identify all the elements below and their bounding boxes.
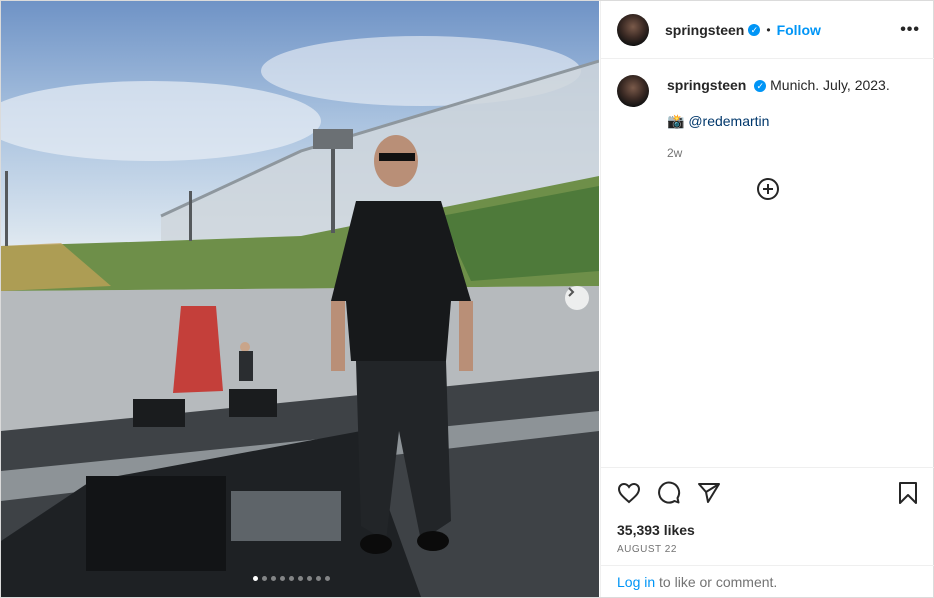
login-prompt: Log in to like or comment.	[601, 565, 934, 598]
more-options-icon[interactable]: •••	[900, 21, 920, 39]
post-date: AUGUST 22	[617, 544, 677, 555]
avatar[interactable]	[617, 75, 649, 107]
next-slide-button[interactable]	[565, 286, 589, 310]
login-prompt-text: to like or comment.	[655, 574, 778, 590]
heart-icon[interactable]	[617, 481, 641, 505]
carousel-dot	[289, 576, 294, 581]
send-icon[interactable]	[697, 481, 721, 505]
post-time[interactable]: 2w	[667, 143, 890, 163]
post-header: springsteen ✓ • Follow •••	[601, 1, 934, 59]
avatar[interactable]	[617, 13, 649, 46]
carousel-dot	[262, 576, 267, 581]
carousel-dot	[298, 576, 303, 581]
photo-credit: 📸 @redemartin	[667, 111, 890, 131]
caption-text: Munich. July, 2023.	[770, 77, 890, 93]
action-bar	[601, 468, 934, 518]
verified-badge-icon: ✓	[748, 23, 761, 36]
carousel-dot	[280, 576, 285, 581]
username-link[interactable]: springsteen	[665, 22, 744, 38]
carousel-dot	[271, 576, 276, 581]
likes-count[interactable]: 35,393 likes	[601, 522, 934, 538]
post-footer: 35,393 likes AUGUST 22 Log in to like or…	[601, 467, 934, 598]
camera-icon: 📸	[667, 113, 685, 129]
follow-button[interactable]: Follow	[777, 22, 821, 38]
bookmark-icon[interactable]	[896, 481, 920, 505]
separator: •	[766, 22, 771, 37]
verified-badge-icon: ✓	[754, 80, 767, 93]
carousel-dot	[307, 576, 312, 581]
carousel-dot	[325, 576, 330, 581]
caption-text-wrap: springsteen ✓ Munich. July, 2023. 📸 @red…	[667, 75, 890, 163]
caption-username[interactable]: springsteen	[667, 77, 746, 93]
add-circle-icon[interactable]	[756, 177, 780, 201]
mention-link[interactable]: @redemartin	[688, 113, 769, 129]
post-panel: springsteen ✓ • Follow ••• springsteen ✓…	[600, 1, 934, 597]
comment-icon[interactable]	[657, 481, 681, 505]
login-link[interactable]: Log in	[617, 574, 655, 590]
caption-block: springsteen ✓ Munich. July, 2023. 📸 @red…	[617, 75, 917, 163]
post-photo[interactable]	[1, 1, 599, 597]
carousel-indicators	[253, 576, 330, 581]
chevron-right-icon	[568, 287, 575, 297]
carousel-dot	[316, 576, 321, 581]
stadium-photo	[1, 36, 599, 597]
carousel-dot	[253, 576, 258, 581]
